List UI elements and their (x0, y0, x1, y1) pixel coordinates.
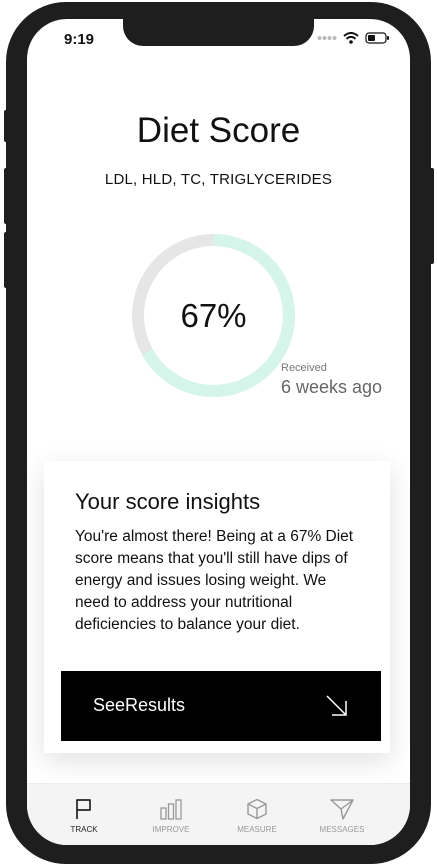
wifi-icon (343, 32, 359, 44)
page-title: Diet Score (136, 111, 301, 150)
insights-body: You're almost there! Being at a 67% Diet… (75, 528, 354, 633)
arrow-down-right-icon (326, 695, 347, 716)
insights-title: Your score insights (75, 489, 261, 514)
tab-track[interactable]: TRACK (44, 798, 124, 834)
flag-icon (76, 799, 91, 819)
send-icon (330, 799, 354, 820)
score-percent: 67% (180, 296, 247, 334)
see-results-button[interactable]: SeeResults (61, 671, 381, 741)
see-results-label: SeeResults (93, 695, 186, 715)
bar-chart-icon (160, 799, 182, 820)
notch (123, 19, 314, 46)
signal-icon (317, 36, 337, 40)
status-time: 9:19 (64, 31, 95, 48)
phone-side-button-power (428, 168, 434, 264)
tab-messages-label: MESSAGES (319, 825, 365, 834)
status-icons (317, 32, 390, 44)
tab-improve-label: IMPROVE (152, 825, 190, 834)
tab-measure[interactable]: MEASURE (217, 798, 297, 834)
app-screen: 9:19 Diet Score LDL, HLD, TC, TRIGLYCERI… (27, 19, 410, 845)
tab-improve[interactable]: IMPROVE (131, 798, 211, 834)
page-subtitle: LDL, HLD, TC, TRIGLYCERIDES (104, 171, 333, 188)
phone-side-button-volume-down (4, 232, 10, 288)
received-label: Received (281, 362, 327, 374)
tab-track-label: TRACK (70, 825, 98, 834)
phone-side-button-volume-up (4, 168, 10, 224)
tab-measure-label: MEASURE (237, 825, 277, 834)
tab-messages[interactable]: MESSAGES (302, 798, 382, 834)
phone-side-button-mute (4, 110, 10, 142)
battery-icon (365, 32, 389, 44)
cube-icon (247, 798, 267, 820)
tab-bar: TRACK IMPROVE MEASURE MESSAGES (27, 783, 410, 845)
received-value: 6 weeks ago (281, 377, 383, 397)
